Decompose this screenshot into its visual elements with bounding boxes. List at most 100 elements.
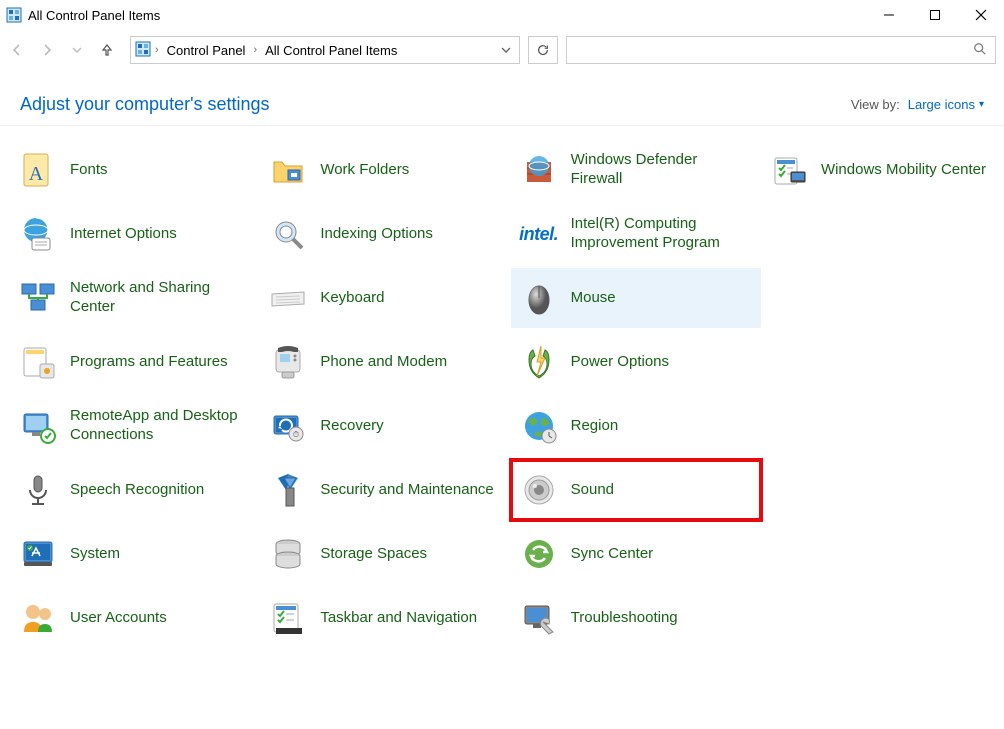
address-dropdown-button[interactable] [497, 43, 515, 58]
power-icon [519, 342, 559, 382]
cp-item-intel[interactable]: intel. Intel(R) Computing Improvement Pro… [511, 204, 761, 264]
indexing-icon [268, 214, 308, 254]
view-by-dropdown[interactable]: Large icons ▾ [908, 97, 984, 112]
system-icon [18, 534, 58, 574]
cp-item-indexing[interactable]: Indexing Options [260, 204, 510, 264]
cp-item-troubleshoot[interactable]: Troubleshooting [511, 588, 761, 648]
cp-item-label: Power Options [571, 353, 669, 372]
intel-icon: intel. [519, 214, 559, 254]
cp-item-label: Storage Spaces [320, 545, 427, 564]
cp-item-label: Security and Maintenance [320, 481, 493, 500]
cp-item-label: Taskbar and Navigation [320, 609, 477, 628]
maximize-button[interactable] [912, 0, 958, 30]
cp-item-region[interactable]: Region [511, 396, 761, 456]
forward-button[interactable] [38, 41, 56, 59]
cp-item-label: Internet Options [70, 225, 177, 244]
breadcrumb-root[interactable]: Control Panel [163, 41, 250, 60]
cp-item-sync[interactable]: Sync Center [511, 524, 761, 584]
cp-item-users[interactable]: User Accounts [10, 588, 260, 648]
sync-icon [519, 534, 559, 574]
cp-item-label: Sound [571, 481, 614, 500]
troubleshoot-icon [519, 598, 559, 638]
cp-item-label: Region [571, 417, 619, 436]
cp-item-label: Recovery [320, 417, 383, 436]
address-bar[interactable]: › Control Panel › All Control Panel Item… [130, 36, 520, 64]
phone-icon [268, 342, 308, 382]
cp-item-label: User Accounts [70, 609, 167, 628]
cp-item-phone[interactable]: Phone and Modem [260, 332, 510, 392]
title-bar: All Control Panel Items [0, 0, 1004, 30]
recent-locations-button[interactable] [68, 41, 86, 59]
cp-item-label: Keyboard [320, 289, 384, 308]
refresh-button[interactable] [528, 36, 558, 64]
cp-item-label: Indexing Options [320, 225, 433, 244]
search-box[interactable] [566, 36, 996, 64]
firewall-icon [519, 150, 559, 190]
cp-item-remoteapp[interactable]: RemoteApp and Desktop Connections [10, 396, 260, 456]
users-icon [18, 598, 58, 638]
cp-item-recovery[interactable]: Recovery [260, 396, 510, 456]
close-button[interactable] [958, 0, 1004, 30]
cp-item-label: Intel(R) Computing Improvement Program [571, 215, 753, 253]
view-by: View by: Large icons ▾ [851, 97, 984, 112]
storage-icon [268, 534, 308, 574]
cp-item-taskbar[interactable]: Taskbar and Navigation [260, 588, 510, 648]
cp-item-mobility[interactable]: Windows Mobility Center [761, 140, 994, 200]
recovery-icon [268, 406, 308, 446]
cp-item-keyboard[interactable]: Keyboard [260, 268, 510, 328]
cp-item-fonts[interactable]: Fonts [10, 140, 260, 200]
cp-item-mouse[interactable]: Mouse [511, 268, 761, 328]
breadcrumb-current[interactable]: All Control Panel Items [261, 41, 401, 60]
control-panel-items: Fonts Internet Options Network and Sharing… [0, 126, 1004, 662]
chevron-right-icon[interactable]: › [253, 44, 257, 56]
cp-item-label: Work Folders [320, 161, 409, 180]
cp-item-system[interactable]: System [10, 524, 260, 584]
cp-item-storage[interactable]: Storage Spaces [260, 524, 510, 584]
header-row: Adjust your computer's settings View by:… [0, 70, 1004, 125]
cp-item-label: Fonts [70, 161, 108, 180]
chevron-right-icon[interactable]: › [155, 44, 159, 56]
cp-item-label: Sync Center [571, 545, 654, 564]
cp-item-firewall[interactable]: Windows Defender Firewall [511, 140, 761, 200]
address-icon [135, 41, 151, 60]
mobility-icon [769, 150, 809, 190]
cp-item-network[interactable]: Network and Sharing Center [10, 268, 260, 328]
cp-item-label: Programs and Features [70, 353, 228, 372]
cp-item-label: Windows Mobility Center [821, 161, 986, 180]
security-icon [268, 470, 308, 510]
cp-item-label: Windows Defender Firewall [571, 151, 753, 189]
toolbar: › Control Panel › All Control Panel Item… [0, 30, 1004, 70]
cp-item-sound[interactable]: Sound [511, 460, 761, 520]
workfolders-icon [268, 150, 308, 190]
page-heading: Adjust your computer's settings [20, 94, 270, 115]
cp-item-power[interactable]: Power Options [511, 332, 761, 392]
mouse-icon [519, 278, 559, 318]
programs-icon [18, 342, 58, 382]
cp-item-internet[interactable]: Internet Options [10, 204, 260, 264]
remoteapp-icon [18, 406, 58, 446]
cp-item-label: Troubleshooting [571, 609, 678, 628]
cp-item-label: Mouse [571, 289, 616, 308]
window-title: All Control Panel Items [28, 8, 160, 23]
up-button[interactable] [98, 41, 116, 59]
minimize-button[interactable] [866, 0, 912, 30]
speech-icon [18, 470, 58, 510]
cp-item-speech[interactable]: Speech Recognition [10, 460, 260, 520]
window-controls [866, 0, 1004, 30]
cp-item-label: RemoteApp and Desktop Connections [70, 407, 252, 445]
app-icon [6, 7, 22, 23]
sound-icon [519, 470, 559, 510]
internet-icon [18, 214, 58, 254]
chevron-down-icon: ▾ [979, 99, 984, 110]
cp-item-security[interactable]: Security and Maintenance [260, 460, 510, 520]
taskbar-icon [268, 598, 308, 638]
view-by-value: Large icons [908, 97, 975, 112]
cp-item-label: Network and Sharing Center [70, 279, 252, 317]
keyboard-icon [268, 278, 308, 318]
back-button[interactable] [8, 41, 26, 59]
fonts-icon [18, 150, 58, 190]
region-icon [519, 406, 559, 446]
cp-item-workfolders[interactable]: Work Folders [260, 140, 510, 200]
cp-item-programs[interactable]: Programs and Features [10, 332, 260, 392]
cp-item-label: System [70, 545, 120, 564]
